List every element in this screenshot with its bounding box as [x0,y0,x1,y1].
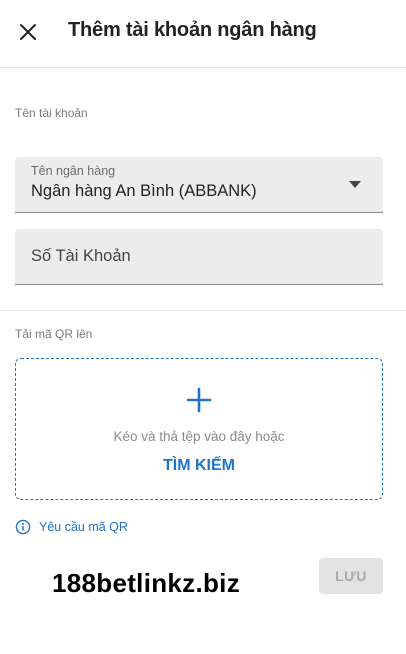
bank-select-value: Ngân hàng An Bình (ABBANK) [31,182,257,200]
dropzone-text: Kéo và thả tệp vào đây hoặc [113,429,285,444]
header: Thêm tài khoản ngân hàng [0,0,406,66]
watermark-text: 188betlinkz.biz [52,568,240,598]
qr-upload-section-label: Tải mã QR lên [15,327,93,341]
save-button[interactable]: LƯU [319,558,383,594]
request-qr-link[interactable]: Yêu cầu mã QR [15,519,128,535]
qr-dropzone[interactable]: Kéo và thả tệp vào đây hoặc TÌM KIẾM [15,358,383,500]
close-button[interactable] [14,18,42,46]
bank-select[interactable]: Tên ngân hàng Ngân hàng An Bình (ABBANK) [15,157,383,213]
browse-files-link[interactable]: TÌM KIẾM [16,457,382,475]
account-number-input[interactable] [15,229,383,284]
bank-select-label: Tên ngân hàng [31,164,116,178]
header-divider [0,67,406,68]
section-divider [0,310,406,311]
account-number-field[interactable] [15,229,383,285]
caret-down-icon[interactable] [349,181,361,188]
info-icon [15,519,31,535]
request-qr-label: Yêu cầu mã QR [39,520,128,534]
account-name-section-label: Tên tài khoản [15,106,88,120]
close-icon [20,24,36,40]
page-title: Thêm tài khoản ngân hàng [68,19,317,41]
plus-icon[interactable] [186,387,212,413]
